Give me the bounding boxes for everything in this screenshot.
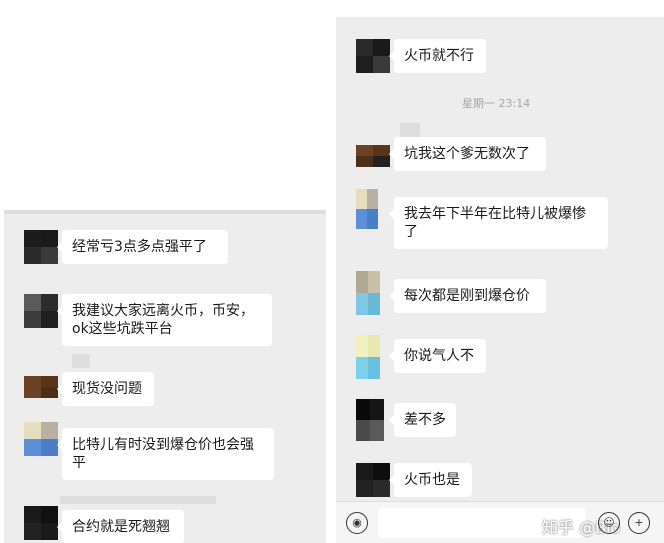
avatar-tile	[356, 420, 370, 441]
avatar-tile	[368, 335, 380, 357]
avatar-tile	[356, 156, 373, 167]
avatar-tile	[356, 209, 367, 229]
message-bubble[interactable]: 比特儿有时没到爆仓价也会强平	[57, 428, 274, 480]
avatar[interactable]	[24, 422, 58, 456]
timestamp: 星期一 23:14	[462, 97, 531, 110]
avatar-tile	[41, 523, 58, 540]
avatar-tile	[24, 439, 41, 456]
avatar-tile	[41, 230, 58, 247]
input-bar: ◉ 知乎 @Bio ☺ +	[336, 501, 664, 543]
avatar-tile	[24, 294, 41, 311]
avatar[interactable]	[356, 463, 390, 497]
message-text: 火币也是	[404, 472, 460, 488]
avatar-tile	[373, 480, 390, 497]
message-bubble[interactable]: 合约就是死翘翘	[57, 510, 184, 543]
message-text: 你说气人不	[404, 348, 474, 364]
avatar-tile	[41, 311, 58, 328]
emoji-icon[interactable]: ☺	[598, 512, 620, 534]
message-text: 火币就不行	[404, 48, 474, 64]
left-chat-panel: 经常亏3点多点强平了 我建议大家远离火币，币安，ok这些坑跌平台 现货没问题 比…	[4, 210, 326, 543]
message-text: 我去年下半年在比特儿被爆惨了	[404, 206, 586, 240]
avatar-tile	[24, 230, 41, 247]
message-bubble[interactable]: 每次都是刚到爆仓价	[389, 279, 546, 313]
message-text: 差不多	[404, 412, 446, 428]
avatar-tile	[356, 271, 368, 293]
avatar-tile	[24, 387, 41, 398]
avatar[interactable]	[356, 145, 390, 167]
smudge	[400, 123, 420, 137]
avatar-tile	[24, 523, 41, 540]
avatar-tile	[24, 376, 41, 387]
avatar-tile	[356, 293, 368, 315]
avatar[interactable]	[356, 335, 380, 379]
avatar-tile	[368, 293, 380, 315]
message-bubble[interactable]: 你说气人不	[389, 339, 486, 373]
avatar-tile	[24, 247, 41, 264]
avatar[interactable]	[24, 506, 58, 540]
message-bubble[interactable]: 火币也是	[389, 463, 472, 497]
avatar-tile	[41, 387, 58, 398]
right-chat-panel: 火币就不行 星期一 23:14 坑我这个爹无数次了 我去年下半年在比特儿被爆惨了…	[336, 17, 664, 543]
message-bubble[interactable]: 火币就不行	[389, 39, 486, 73]
avatar-tile	[356, 145, 373, 156]
avatar-tile	[41, 247, 58, 264]
smudge	[72, 354, 90, 368]
avatar-tile	[24, 506, 41, 523]
avatar-tile	[41, 294, 58, 311]
avatar-tile	[356, 189, 367, 209]
avatar[interactable]	[356, 271, 380, 315]
avatar-tile	[356, 480, 373, 497]
avatar-tile	[367, 209, 378, 229]
message-text: 每次都是刚到爆仓价	[404, 288, 530, 304]
avatar-tile	[370, 399, 384, 420]
message-text: 合约就是死翘翘	[72, 519, 170, 535]
avatar-tile	[24, 311, 41, 328]
avatar-tile	[373, 156, 390, 167]
avatar[interactable]	[356, 189, 378, 229]
avatar-tile	[368, 271, 380, 293]
message-bubble[interactable]: 现货没问题	[57, 372, 154, 406]
avatar-tile	[41, 422, 58, 439]
avatar-tile	[370, 420, 384, 441]
message-text: 我建议大家远离火币，币安，ok这些坑跌平台	[72, 303, 254, 337]
message-bubble[interactable]: 我去年下半年在比特儿被爆惨了	[389, 197, 608, 249]
avatar-tile	[41, 376, 58, 387]
avatar-tile	[373, 56, 390, 73]
avatar-tile	[356, 357, 368, 379]
message-bubble[interactable]: 差不多	[389, 403, 456, 437]
avatar-tile	[368, 357, 380, 379]
message-text: 坑我这个爹无数次了	[404, 146, 530, 162]
message-bubble[interactable]: 坑我这个爹无数次了	[389, 137, 546, 171]
avatar[interactable]	[356, 39, 390, 73]
avatar-tile	[356, 335, 368, 357]
avatar-tile	[373, 39, 390, 56]
message-text: 经常亏3点多点强平了	[72, 239, 207, 255]
avatar-tile	[24, 422, 41, 439]
plus-icon[interactable]: +	[628, 512, 650, 534]
message-bubble[interactable]: 经常亏3点多点强平了	[57, 230, 228, 264]
voice-icon[interactable]: ◉	[346, 512, 368, 534]
avatar-tile	[41, 439, 58, 456]
avatar-tile	[373, 463, 390, 480]
avatar-tile	[367, 189, 378, 209]
message-text: 比特儿有时没到爆仓价也会强平	[72, 437, 254, 471]
avatar-tile	[41, 506, 58, 523]
avatar[interactable]	[24, 294, 58, 328]
avatar-tile	[356, 56, 373, 73]
top-edge	[4, 210, 326, 214]
avatar-tile	[373, 145, 390, 156]
avatar-tile	[356, 463, 373, 480]
avatar[interactable]	[24, 230, 58, 264]
avatar[interactable]	[24, 376, 58, 398]
avatar-tile	[356, 399, 370, 420]
message-bubble[interactable]: 我建议大家远离火币，币安，ok这些坑跌平台	[57, 294, 272, 346]
avatar[interactable]	[356, 399, 384, 441]
smudge	[60, 496, 216, 504]
message-text: 现货没问题	[72, 381, 142, 397]
avatar-tile	[356, 39, 373, 56]
